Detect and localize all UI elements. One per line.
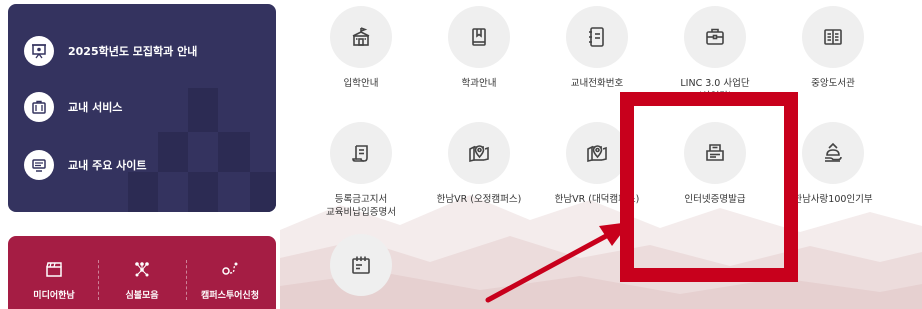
quick-item-label: 한남사랑100인기부 [793,194,873,205]
school-building-icon [330,6,392,68]
side-item-campus-services[interactable]: 교내 서비스 [24,92,122,122]
printer-certificate-icon [684,122,746,184]
quick-item-label: 중앙도서관 [811,78,855,89]
quick-item-phone-directory[interactable]: 교내전화번호 [542,6,652,90]
side-menu-panel: 2025학년도 모집학과 안내 교내 서비스 교내 주요 사이트 [8,4,276,212]
divider [98,260,99,300]
quick-item-donation[interactable]: 한남사랑100인기부 [778,122,888,206]
quick-item-label: 교내전화번호 [570,78,624,89]
media-item-label: 미디어한남 [33,291,75,301]
media-item-media-hannam[interactable]: 미디어한남 [12,258,96,301]
side-item-label: 2025학년도 모집학과 안내 [68,45,198,58]
open-book-icon [802,6,864,68]
page: 2025학년도 모집학과 안내 교내 서비스 교내 주요 사이트 미디어한남 심… [0,0,922,309]
quick-item-central-library[interactable]: 중앙도서관 [778,6,888,90]
presentation-board-icon [24,36,54,66]
quick-item-internet-certificate[interactable]: 인터넷증명발급 [660,122,770,206]
side-item-label: 교내 주요 사이트 [68,159,147,172]
clapperboard-icon [12,258,96,280]
quick-item-label: 인터넷증명발급 [684,194,746,205]
donation-hand-icon [802,122,864,184]
route-pin-icon [188,258,272,280]
quick-item-label: 등록금고지서 교육비납입증명서 [326,194,396,218]
book-bookmark-icon [448,6,510,68]
map-pin-icon [448,122,510,184]
divider [186,260,187,300]
document-scroll-icon [330,122,392,184]
quick-item-tuition-bill[interactable]: 등록금고지서 교육비납입증명서 [306,122,416,219]
address-book-icon [566,6,628,68]
briefcase-icon [684,6,746,68]
quick-item-label: 한남VR (오정캠퍼스) [436,194,522,205]
media-item-symbols[interactable]: 심볼모음 [100,258,184,301]
quick-item-vr-ojeong[interactable]: 한남VR (오정캠퍼스) [424,122,534,206]
quick-item-departments[interactable]: 학과안내 [424,6,534,90]
side-item-major-sites[interactable]: 교내 주요 사이트 [24,150,147,180]
media-item-campus-tour[interactable]: 캠퍼스투어신청 [188,258,272,301]
quick-item-linc[interactable]: LINC 3.0 사업단 (상업단) [660,6,770,103]
side-item-admissions-guide[interactable]: 2025학년도 모집학과 안내 [24,36,197,66]
media-item-label: 캠퍼스투어신청 [201,291,259,301]
quick-item-label: 학과안내 [461,78,497,89]
side-item-label: 교내 서비스 [68,101,123,114]
quick-item-label: 입학안내 [343,78,379,89]
quick-item-vr-daedeok[interactable]: 한남VR (대덕캠퍼스) [542,122,652,206]
quick-item-calendar[interactable] [306,234,416,305]
quick-item-admissions[interactable]: 입학안내 [306,6,416,90]
quick-item-label: 한남VR (대덕캠퍼스) [554,194,640,205]
briefcase-icon [24,92,54,122]
monitor-icon [24,150,54,180]
calendar-icon [330,234,392,296]
symbol-network-icon [100,258,184,280]
media-menu-panel: 미디어한남 심볼모음 캠퍼스투어신청 [8,236,276,309]
map-pin-icon [566,122,628,184]
media-item-label: 심볼모음 [125,291,159,301]
quick-item-label: LINC 3.0 사업단 (상업단) [680,78,750,102]
